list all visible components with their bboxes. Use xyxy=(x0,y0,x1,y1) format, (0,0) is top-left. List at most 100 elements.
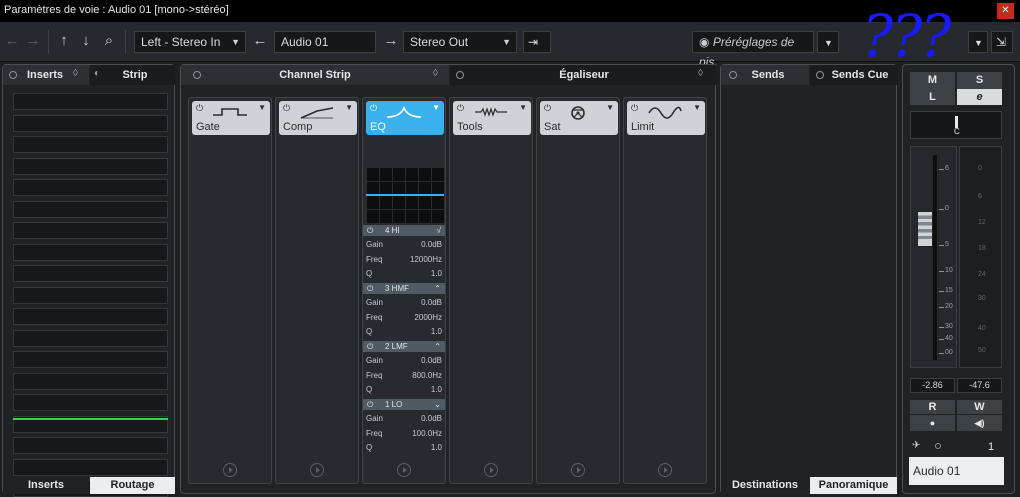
footer-tab-inserts[interactable]: Inserts xyxy=(3,477,89,494)
peak-value[interactable]: -47.6 xyxy=(957,378,1002,393)
bypass-icon[interactable]: ◊ xyxy=(698,68,703,79)
back-icon[interactable]: ← xyxy=(3,32,21,50)
listen-button[interactable]: L xyxy=(910,89,955,105)
filter-shape-icon[interactable]: ⌃ xyxy=(434,283,441,294)
play-icon[interactable] xyxy=(484,463,498,477)
play-icon[interactable] xyxy=(397,463,411,477)
eq-param-value[interactable]: 1.0 xyxy=(431,267,442,280)
module-header[interactable]: ⏻ ▼ Tools xyxy=(453,101,531,135)
insert-slot[interactable] xyxy=(13,329,168,347)
play-icon[interactable] xyxy=(223,463,237,477)
chevron-down-icon[interactable]: ▼ xyxy=(693,103,701,112)
arrow-up-icon[interactable]: ↑ xyxy=(55,32,73,50)
insert-slot[interactable] xyxy=(13,243,168,261)
record-icon[interactable]: ● xyxy=(910,415,955,431)
eq-param-value[interactable]: 2000Hz xyxy=(414,311,442,324)
insert-slot[interactable] xyxy=(13,372,168,390)
module-header[interactable]: ⏻ ▼ Comp xyxy=(279,101,357,135)
tab-sends[interactable]: Sends xyxy=(721,65,809,85)
filter-shape-icon[interactable]: ⌃ xyxy=(434,341,441,352)
insert-slot[interactable] xyxy=(13,437,168,454)
chevron-down-icon[interactable]: ▼ xyxy=(519,103,527,112)
fader-track[interactable]: 6 0 5 10 15 20 30 40 00 xyxy=(910,146,957,368)
power-icon[interactable]: ⏻ xyxy=(367,399,373,410)
routing-export-button[interactable]: ⇥ xyxy=(523,31,551,53)
fader-handle[interactable] xyxy=(917,211,933,247)
bypass-icon[interactable]: ◊ xyxy=(433,68,438,79)
chevron-down-icon[interactable]: ▼ xyxy=(258,103,266,112)
eq-param-gain[interactable]: Gain 0.0dB xyxy=(366,412,442,425)
eq-param-value[interactable]: 0.0dB xyxy=(421,412,442,425)
insert-slot[interactable] xyxy=(13,136,168,153)
eq-param-q[interactable]: Q 1.0 xyxy=(366,267,442,280)
power-icon[interactable]: ⏻ xyxy=(457,103,464,114)
filter-shape-icon[interactable]: √ xyxy=(437,225,441,236)
power-icon[interactable]: ⏻ xyxy=(370,103,377,114)
eq-param-freq[interactable]: Freq 2000Hz xyxy=(366,311,442,324)
eq-param-value[interactable]: 1.0 xyxy=(431,441,442,454)
write-button[interactable]: W xyxy=(957,400,1002,414)
close-icon[interactable]: ✕ xyxy=(997,3,1014,19)
insert-slot[interactable] xyxy=(13,265,168,282)
speaker-icon[interactable]: ◀) xyxy=(957,415,1002,431)
eq-param-value[interactable]: 100.0Hz xyxy=(412,427,442,440)
edit-channel-button[interactable]: e xyxy=(957,89,1002,105)
insert-slot[interactable] xyxy=(13,114,168,132)
power-icon[interactable]: ⏻ xyxy=(367,341,373,352)
eq-param-q[interactable]: Q 1.0 xyxy=(366,325,442,338)
footer-tab-routing[interactable]: Routage xyxy=(90,477,175,494)
footer-tab-panoramique[interactable]: Panoramique xyxy=(810,477,897,494)
insert-slot[interactable] xyxy=(13,200,168,218)
tab-strip[interactable]: ◐ Strip xyxy=(90,65,175,85)
module-header[interactable]: ⏻ ▼ EQ xyxy=(366,101,444,135)
module-header[interactable]: ⏻ ▼ Limit xyxy=(627,101,705,135)
insert-slot[interactable] xyxy=(13,179,168,196)
insert-slot[interactable] xyxy=(13,394,168,411)
power-icon[interactable]: ⏻ xyxy=(544,103,551,114)
power-icon[interactable]: ⏻ xyxy=(631,103,638,114)
mute-button[interactable]: M xyxy=(910,72,955,89)
eq-param-value[interactable]: 0.0dB xyxy=(421,354,442,367)
channel-name-field[interactable]: Audio 01 xyxy=(909,457,1004,485)
forward-icon[interactable]: → xyxy=(24,32,42,50)
eq-band-header[interactable]: ⏻ 4 HI √ xyxy=(363,225,445,236)
insert-slot[interactable] xyxy=(13,286,168,304)
power-icon[interactable]: ⏻ xyxy=(367,225,373,236)
eq-param-freq[interactable]: Freq 800.0Hz xyxy=(366,369,442,382)
eq-param-gain[interactable]: Gain 0.0dB xyxy=(366,354,442,367)
input-routing-select[interactable]: Left - Stereo In ▼ xyxy=(134,31,246,53)
eq-param-q[interactable]: Q 1.0 xyxy=(366,441,442,454)
pan-control[interactable]: C xyxy=(910,111,1002,139)
detach-button[interactable]: ⇲ xyxy=(991,31,1013,53)
eq-band-header[interactable]: ⏻ 3 HMF ⌃ xyxy=(363,283,445,294)
insert-slot[interactable] xyxy=(13,351,168,368)
chevron-down-icon[interactable]: ▼ xyxy=(606,103,614,112)
eq-param-value[interactable]: 1.0 xyxy=(431,383,442,396)
chevron-down-icon[interactable]: ▼ xyxy=(432,103,440,112)
solo-button[interactable]: S xyxy=(957,72,1002,89)
power-icon[interactable]: ⏻ xyxy=(283,103,290,114)
eq-param-value[interactable]: 0.0dB xyxy=(421,238,442,251)
tab-inserts[interactable]: Inserts ◊ xyxy=(3,65,89,85)
volume-value[interactable]: -2.86 xyxy=(910,378,955,393)
bypass-icon[interactable]: ◊ xyxy=(73,68,78,79)
tab-equalizer[interactable]: Égaliseur ◊ xyxy=(450,65,716,85)
arrow-down-icon[interactable]: ↓ xyxy=(77,32,95,50)
eq-param-freq[interactable]: Freq 100.0Hz xyxy=(366,427,442,440)
power-icon[interactable]: ⏻ xyxy=(367,283,373,294)
play-icon[interactable] xyxy=(310,463,324,477)
search-icon[interactable]: ⌕ xyxy=(100,32,118,50)
insert-slot[interactable] xyxy=(13,93,168,110)
play-icon[interactable] xyxy=(658,463,672,477)
filter-shape-icon[interactable]: ⌄ xyxy=(434,399,441,410)
eq-graph[interactable] xyxy=(366,167,444,223)
output-routing-select[interactable]: Stereo Out ▼ xyxy=(403,31,517,53)
insert-slot[interactable] xyxy=(13,157,168,175)
eq-band-header[interactable]: ⏻ 1 LO ⌄ xyxy=(363,399,445,410)
eq-param-q[interactable]: Q 1.0 xyxy=(366,383,442,396)
module-header[interactable]: ⏻ ▼ Sat xyxy=(540,101,618,135)
settings-dropdown-button[interactable]: ▼ xyxy=(968,31,988,53)
insert-slot[interactable] xyxy=(13,458,168,476)
eq-param-value[interactable]: 0.0dB xyxy=(421,296,442,309)
chevron-down-icon[interactable]: ▼ xyxy=(345,103,353,112)
